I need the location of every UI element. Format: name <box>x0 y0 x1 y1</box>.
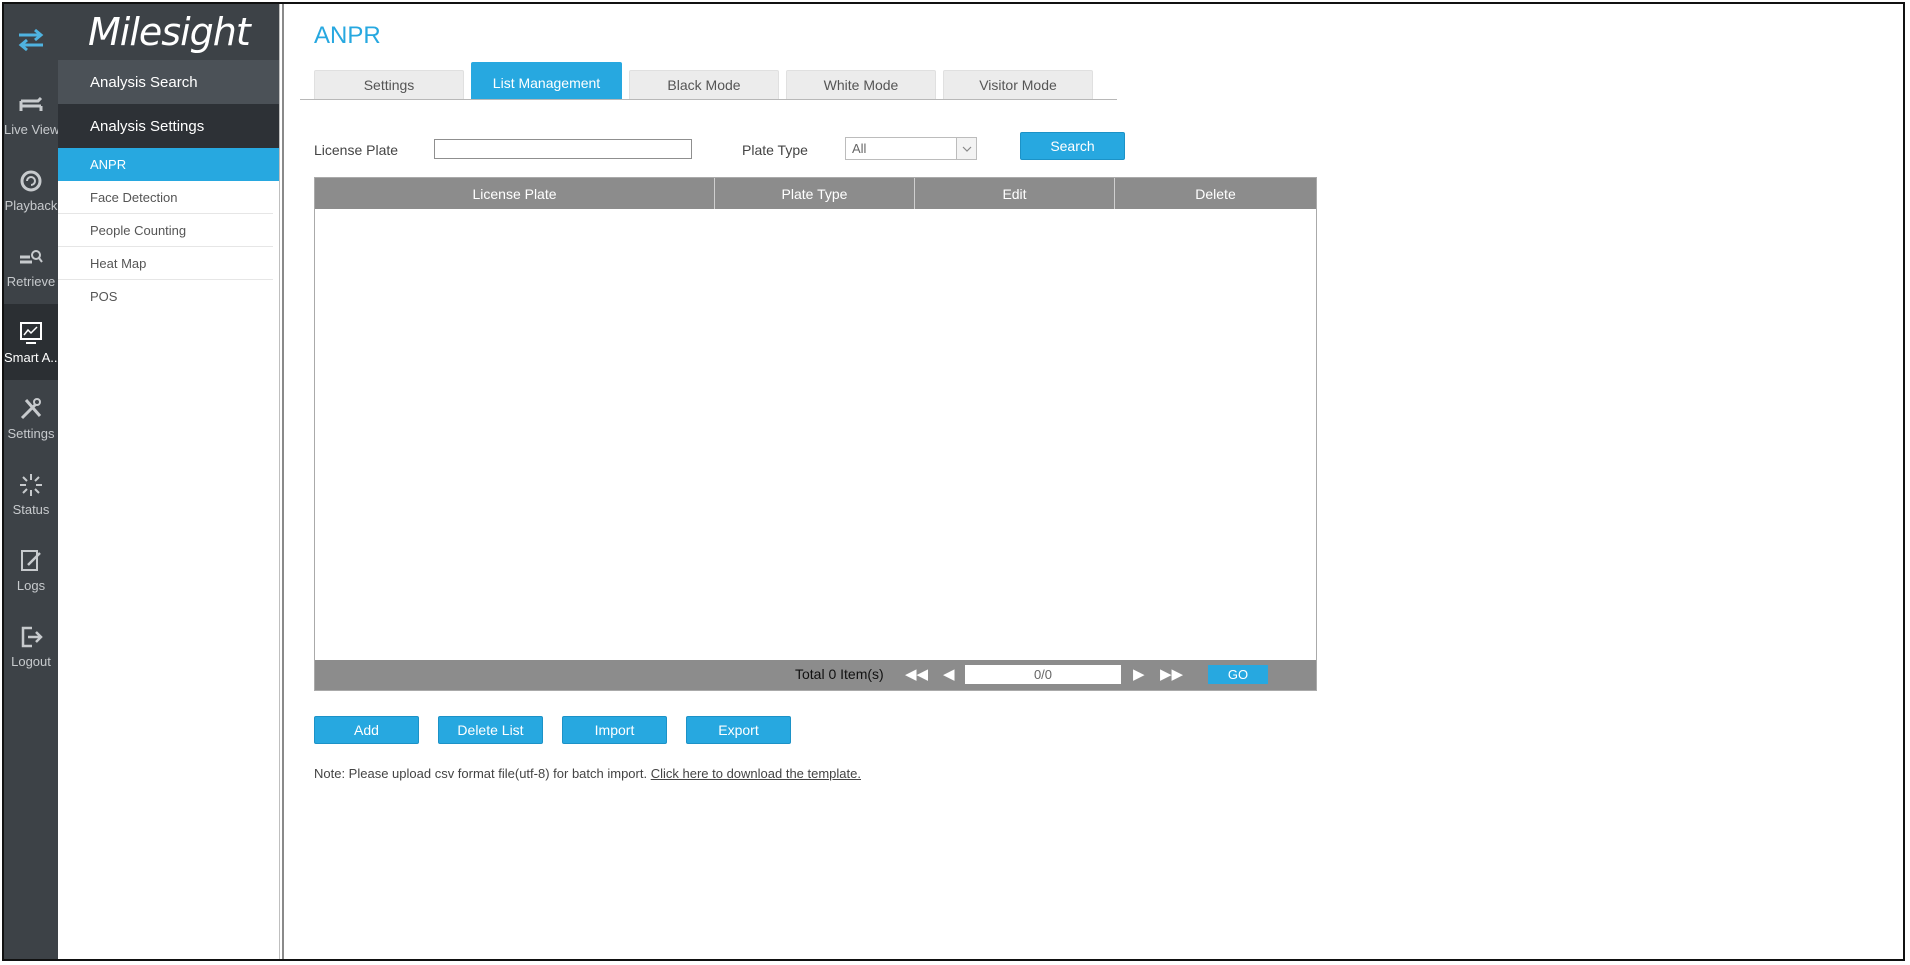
import-note-text: Note: Please upload csv format file(utf-… <box>314 766 651 781</box>
panel-divider <box>282 4 284 959</box>
status-icon <box>20 473 42 496</box>
license-plate-table: License Plate Plate Type Edit Delete Tot… <box>314 177 1317 691</box>
export-button[interactable]: Export <box>686 716 791 744</box>
tab-list-management[interactable]: List Management <box>471 62 622 99</box>
rail-item-label: Settings <box>7 425 55 441</box>
rail-item-playback[interactable]: Playback <box>4 152 58 228</box>
rail-item-label: Logs <box>16 577 46 593</box>
tab-settings[interactable]: Settings <box>314 70 464 99</box>
brand-name: Milesight <box>88 10 251 54</box>
column-header-delete: Delete <box>1195 185 1236 202</box>
menu-group-analysis-settings[interactable]: Analysis Settings <box>58 104 279 148</box>
rail-item-settings[interactable]: Settings <box>4 380 58 456</box>
tab-white-mode[interactable]: White Mode <box>786 70 936 99</box>
page-title: ANPR <box>314 22 381 49</box>
nav-rail: Live View Playback Retrieve Smart A... S… <box>4 4 58 959</box>
import-button[interactable]: Import <box>562 716 667 744</box>
delete-list-button[interactable]: Delete List <box>438 716 543 744</box>
rail-item-label: Smart A... <box>4 349 58 365</box>
retrieve-icon <box>20 249 43 263</box>
rail-item-label: Status <box>12 501 50 517</box>
import-note: Note: Please upload csv format file(utf-… <box>314 766 861 781</box>
logout-icon <box>21 626 43 647</box>
smart-analytics-icon <box>20 321 42 344</box>
chevron-down-icon <box>956 138 976 159</box>
column-header-plate-type: Plate Type <box>715 178 915 209</box>
plate-type-label: Plate Type <box>742 142 808 158</box>
plate-type-value: All <box>852 141 867 156</box>
menu-item-anpr[interactable]: ANPR <box>58 148 279 181</box>
app-window: Live View Playback Retrieve Smart A... S… <box>2 2 1905 961</box>
last-page-icon[interactable]: ▶▶ <box>1160 665 1183 685</box>
sub-menu: Milesight Analysis Search Analysis Setti… <box>58 4 280 959</box>
playback-icon <box>20 170 42 191</box>
rail-item-logout[interactable]: Logout <box>4 608 58 684</box>
next-page-icon[interactable]: ▶ <box>1133 665 1145 685</box>
table-header: License Plate Plate Type Edit Delete <box>315 178 1316 209</box>
brand-logo: Milesight <box>58 4 279 60</box>
menu-group-analysis-search[interactable]: Analysis Search <box>58 60 279 104</box>
column-header-edit: Edit <box>915 178 1115 209</box>
pagination-bar: Total 0 Item(s) ◀◀ ◀ 0/0 ▶ ▶▶ GO <box>315 660 1316 690</box>
swap-arrows-icon <box>18 28 44 52</box>
license-plate-input[interactable] <box>434 139 692 159</box>
rail-item-live-view[interactable]: Live View <box>4 76 58 152</box>
prev-page-icon[interactable]: ◀ <box>943 665 955 685</box>
first-page-icon[interactable]: ◀◀ <box>905 665 928 685</box>
download-template-link[interactable]: Click here to download the template. <box>651 766 861 781</box>
search-button[interactable]: Search <box>1020 132 1125 160</box>
menu-item-people-counting[interactable]: People Counting <box>58 214 273 247</box>
rail-item-smart-analytics[interactable]: Smart A... <box>4 304 58 380</box>
menu-item-face-detection[interactable]: Face Detection <box>58 181 273 214</box>
rail-item-logs[interactable]: Logs <box>4 532 58 608</box>
rail-item-label: Live View <box>4 121 58 137</box>
tab-bar: Settings List Management Black Mode Whit… <box>300 62 1117 100</box>
rail-item-status[interactable]: Status <box>4 456 58 532</box>
rail-item-retrieve[interactable]: Retrieve <box>4 228 58 304</box>
tab-black-mode[interactable]: Black Mode <box>629 70 779 99</box>
go-button[interactable]: GO <box>1208 665 1268 684</box>
switch-menu-button[interactable] <box>4 4 58 76</box>
logs-icon <box>21 549 41 571</box>
live-view-icon <box>19 96 43 111</box>
menu-item-pos[interactable]: POS <box>58 280 273 313</box>
rail-item-label: Playback <box>4 197 58 213</box>
plate-type-select[interactable]: All <box>845 137 977 160</box>
total-items: Total 0 Item(s) <box>795 666 884 682</box>
rail-item-label: Retrieve <box>6 273 56 289</box>
menu-item-heat-map[interactable]: Heat Map <box>58 247 273 280</box>
column-header-license-plate: License Plate <box>315 178 715 209</box>
tab-visitor-mode[interactable]: Visitor Mode <box>943 70 1093 99</box>
add-button[interactable]: Add <box>314 716 419 744</box>
main-content: ANPR Settings List Management Black Mode… <box>294 4 1903 959</box>
settings-icon <box>20 397 42 419</box>
rail-item-label: Logout <box>11 653 51 669</box>
license-plate-label: License Plate <box>314 142 399 158</box>
page-number-input[interactable]: 0/0 <box>965 665 1121 684</box>
